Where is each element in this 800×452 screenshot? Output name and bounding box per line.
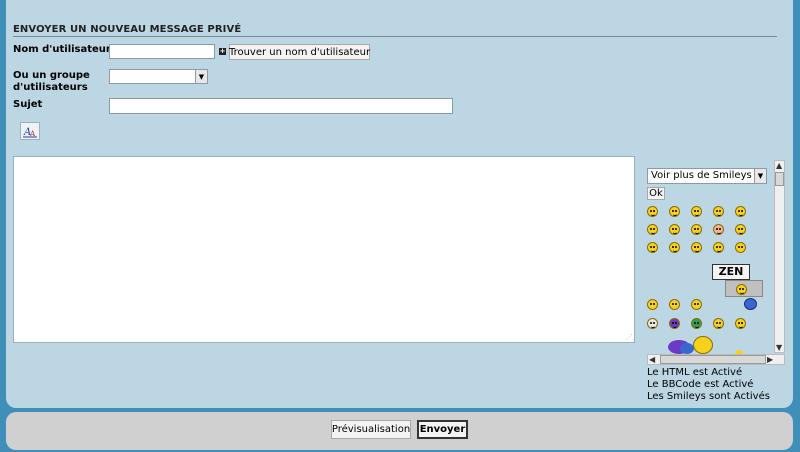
question-icon[interactable] [647, 299, 658, 310]
smiley-icon[interactable] [691, 206, 702, 217]
message-textarea[interactable] [13, 156, 635, 343]
ok-button[interactable]: Ok [647, 187, 665, 200]
find-username-button[interactable]: Trouver un nom d'utilisateur [229, 44, 370, 60]
vertical-scroll-thumb[interactable] [775, 172, 784, 186]
arrow-right-icon[interactable] [691, 299, 702, 310]
smiley-icon[interactable] [735, 206, 746, 217]
status-smileys: Les Smileys sont Activés [647, 391, 770, 402]
subject-input[interactable] [109, 98, 453, 114]
exclamation-icon[interactable] [735, 242, 746, 253]
group-select[interactable]: ▼ [109, 69, 208, 84]
smileys-vertical-scrollbar[interactable] [774, 160, 785, 353]
smileys-select-value: Voir plus de Smileys [651, 170, 752, 181]
smiley-icon[interactable] [647, 242, 658, 253]
smiley-icon[interactable] [713, 242, 724, 253]
smiley-icon[interactable] [669, 206, 680, 217]
scroll-up-icon[interactable]: ▲ [776, 161, 782, 170]
smiley-icon[interactable] [691, 224, 702, 235]
idea-icon[interactable] [669, 299, 680, 310]
plus-icon[interactable]: + [219, 48, 226, 55]
smiley-icon[interactable] [669, 318, 680, 329]
chevron-down-icon: ▼ [754, 169, 766, 183]
smileys-select[interactable]: Voir plus de Smileys ▼ [647, 168, 767, 184]
smiley-icon[interactable] [691, 318, 702, 329]
smiley-icon[interactable] [669, 224, 680, 235]
smiley-icon[interactable] [735, 224, 746, 235]
smiley-icon[interactable] [669, 242, 680, 253]
username-label: Nom d'utilisateur [13, 44, 111, 55]
resize-grip-icon[interactable]: ⋰ [626, 333, 633, 341]
blue-smiley-icon[interactable] [744, 298, 757, 310]
scroll-right-icon[interactable]: ▶ [767, 355, 773, 364]
smiley-icon[interactable] [713, 318, 724, 329]
smiley-icon[interactable] [691, 242, 702, 253]
title-divider [13, 36, 777, 37]
smiley-icon[interactable] [713, 224, 724, 235]
smiley-icon[interactable] [647, 206, 658, 217]
smiley-icon[interactable] [647, 224, 658, 235]
smiley-icon[interactable] [713, 206, 724, 217]
scroll-left-icon[interactable]: ◀ [649, 355, 655, 364]
font-color-button[interactable]: A A [20, 122, 40, 140]
username-input[interactable] [109, 44, 215, 59]
smiley-icon[interactable] [647, 318, 658, 329]
horizontal-scroll-thumb[interactable] [660, 355, 766, 364]
group-smiley-icon[interactable] [693, 336, 713, 354]
chevron-down-icon: ▼ [195, 70, 207, 83]
group-label: Ou un groupe d'utilisateurs [13, 70, 90, 93]
smiley-icon[interactable] [736, 284, 747, 295]
send-button[interactable]: Envoyer [417, 420, 468, 439]
subject-label: Sujet [13, 99, 43, 110]
scroll-down-icon[interactable]: ▼ [776, 343, 782, 352]
smiley-icon[interactable] [735, 318, 746, 329]
section-title: ENVOYER UN NOUVEAU MESSAGE PRIVÉ [13, 24, 242, 35]
zen-sign[interactable]: ZEN [712, 264, 750, 280]
preview-button[interactable]: Prévisualisation [331, 420, 411, 439]
group-smiley-icon[interactable] [680, 343, 694, 354]
font-color-icon: A A [23, 127, 37, 138]
